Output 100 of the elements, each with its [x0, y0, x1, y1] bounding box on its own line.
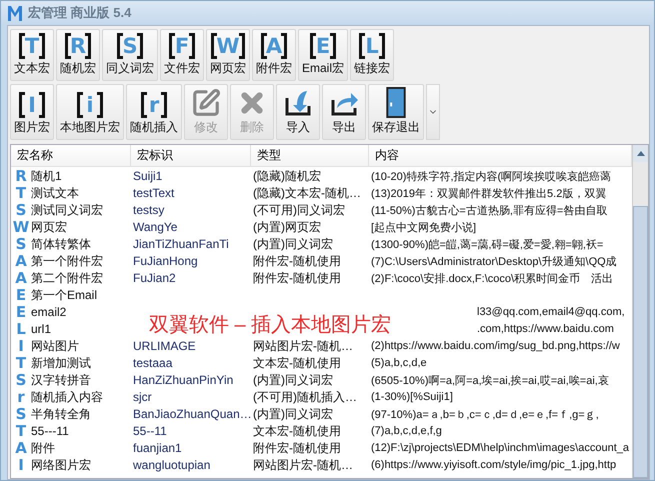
table-cell-text: (11-50%)古貌古心=古道热肠,罪有应得=咎由自取 [371, 204, 608, 218]
toolbar-button[interactable]: 导入 [276, 84, 320, 140]
macro-type-letter: S [14, 235, 28, 253]
table-cell-text: (1300-90%)皑=皚,蔼=藹,碍=礙,爱=愛,翱=翺,袄= [371, 238, 604, 252]
table-cell: testsy [133, 203, 164, 217]
macro-type-letter: R [14, 167, 28, 185]
table-cell: testText [133, 186, 174, 200]
macro-type-letter: L [15, 320, 27, 338]
pencil-icon [191, 88, 221, 118]
table-cell: JianTiZhuanFanTi [133, 237, 229, 251]
toolbar-button[interactable]: L 链接宏 [350, 29, 394, 81]
toolbar-button[interactable]: A 附件宏 [252, 29, 296, 81]
table-cell: (内置)同义词宏 [253, 236, 333, 252]
column-header[interactable]: 类型 [251, 145, 369, 167]
more-button[interactable] [426, 84, 440, 140]
macro-type-letter: S [14, 405, 28, 423]
table-cell-text: (13)2019年：双翼邮件群发软件推出5.2版，双翼 [371, 186, 606, 200]
table-cell: 汉字转拼音 [31, 372, 91, 388]
table-cell-text: (97-10%)a=ａ,b=ｂ,c=ｃ,d=ｄ,e=ｅ,f=ｆ,g=ｇ, [371, 408, 599, 422]
table-cell: 文本宏-随机使用 [253, 422, 341, 440]
table-cell: HanZiZhuanPinYin [133, 373, 234, 387]
app-logo-icon [7, 4, 23, 22]
table-cell-text: (7)C:\Users\Administrator\Desktop\升级通知\QQ成 [371, 254, 617, 268]
table-cell: (不可用)随机插入… [253, 388, 357, 406]
table-cell: (不可用)同义词宏 [253, 202, 345, 218]
table-cell: 附件宏-随机使用 [253, 270, 341, 286]
column-header[interactable]: 宏标识 [131, 145, 251, 167]
macro-type-letter: T [14, 184, 28, 202]
macro-type-letter: S [14, 371, 28, 389]
table-cell: fuanjian1 [133, 441, 182, 455]
table-cell: 测试文本 [31, 184, 79, 202]
macro-type-letter: r [16, 388, 26, 406]
table-cell: 新增加测试 [31, 354, 91, 372]
window-title: 宏管理 商业版 5.4 [28, 4, 132, 22]
table-cell-text: (10-20)特殊字符,指定内容(啊阿埃挨哎唉哀皑癌蔼 [371, 170, 612, 184]
macro-type-letter: S [14, 201, 28, 219]
table-cell: 随机1 [31, 168, 62, 184]
table-cell: FuJian2 [133, 271, 176, 285]
table-cell-text: (6505-10%)啊=a,阿=a,埃=ai,挨=ai,哎=ai,唉=ai,哀 [371, 374, 609, 388]
table-cell: 文本宏-随机使用 [253, 354, 341, 372]
table-cell: BanJiaoZhuanQuan… [133, 407, 252, 421]
column-header[interactable]: 宏名称 [11, 145, 131, 167]
toolbar-button[interactable]: E Email宏 [298, 29, 348, 81]
table-cell: (隐藏)随机宏 [253, 168, 321, 184]
table-cell: 附件宏-随机使用 [253, 440, 341, 456]
toolbar-button[interactable]: i 本地图片宏 [56, 84, 124, 140]
table-cell: 网络图片宏 [31, 456, 91, 474]
table-cell-text: (2)F:\coco\安排.docx,F:\coco\积累时间金币 活出 [371, 272, 614, 286]
table-cell: testaaa [133, 356, 172, 370]
table-cell: 随机插入内容 [31, 388, 103, 406]
table-cell: sjcr [133, 390, 152, 404]
table-cell: 第一个附件宏 [31, 252, 103, 270]
toolbar-button[interactable]: T 文本宏 [10, 29, 54, 81]
table-cell-text: [起点中文网免费小说] [371, 220, 476, 234]
macro-type-letter: E [14, 303, 28, 321]
table-cell: 55--11 [133, 424, 167, 438]
column-header[interactable]: 内容 [369, 145, 632, 167]
up-arrow-icon [636, 151, 644, 156]
toolbar-button[interactable]: S 同义词宏 [102, 29, 158, 81]
macro-type-letter: I [17, 456, 25, 474]
table-cell: (内置)网页宏 [253, 218, 321, 236]
table-cell: wangluotupian [133, 458, 210, 472]
table-cell: (内置)同义词宏 [253, 406, 333, 422]
table-cell: url1 [31, 322, 52, 336]
toolbar-button[interactable]: r 随机插入 [126, 84, 182, 140]
table-cell: (6)https://www.yiyisoft.com/style/img/pic_1.jpg,http [371, 459, 616, 471]
table-cell: (12)F:\zj\projects\EDM\help\inchm\images\account_a [371, 442, 629, 454]
table-cell: email2 [31, 305, 66, 319]
import-icon [283, 88, 313, 118]
table-cell: FuJianHong [133, 254, 198, 268]
table-cell: 第二个附件宏 [31, 270, 103, 286]
scrollbar[interactable] [632, 145, 648, 478]
table-cell: 网页宏 [31, 218, 67, 236]
table-cell: (2)https://www.baidu.com/img/sug_bd.png,https://w [371, 340, 620, 352]
macro-type-letter: I [17, 337, 25, 355]
macro-type-letter: A [14, 439, 28, 457]
table-cell: WangYe [133, 220, 178, 234]
table-cell: 55---11 [31, 424, 69, 438]
table-cell: (隐藏)文本宏-随机… [253, 184, 361, 202]
toolbar-button[interactable]: W 网页宏 [206, 29, 250, 81]
table-cell: URLIMAGE [133, 339, 196, 353]
table-cell: l33@qq.com,email4@qq.com, [477, 306, 625, 318]
table-cell: 网站图片宏-随机… [253, 456, 353, 474]
toolbar-button[interactable]: 保存退出 [368, 84, 424, 140]
table-cell: (7)a,b,c,d,e,f,g [371, 425, 442, 437]
toolbar-button[interactable]: I 图片宏 [10, 84, 54, 140]
macro-type-letter: A [14, 252, 28, 270]
macro-type-letter: W [12, 218, 30, 236]
table-cell: Suiji1 [133, 169, 162, 183]
toolbar-button[interactable]: 导出 [322, 84, 366, 140]
table-cell: 简体转繁体 [31, 236, 91, 252]
door-icon [385, 87, 407, 118]
table-cell: (内置)同义词宏 [253, 372, 333, 388]
table-cell: 测试同义词宏 [31, 202, 103, 218]
table-cell: 网站图片宏-随机… [253, 338, 353, 354]
toolbar-button[interactable]: R 随机宏 [56, 29, 100, 81]
toolbar-button[interactable]: F 文件宏 [160, 29, 204, 81]
table-cell: (5)a,b,c,d,e [371, 357, 427, 369]
table-cell: 半角转全角 [31, 406, 91, 422]
macro-type-letter: A [14, 269, 28, 287]
